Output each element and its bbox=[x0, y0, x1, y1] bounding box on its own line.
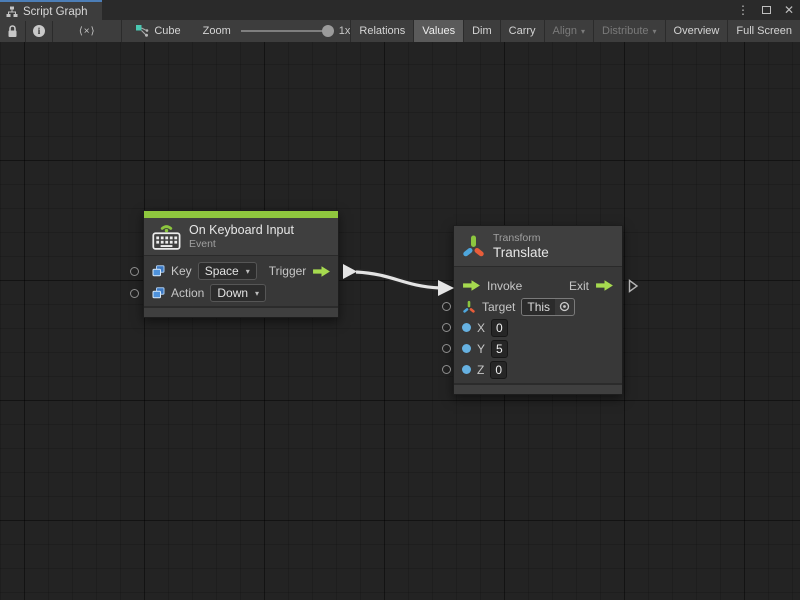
target-row: Target This bbox=[454, 296, 622, 317]
node-title: On Keyboard Input bbox=[189, 223, 294, 238]
node-body: Key Space ▾ Trigger bbox=[144, 255, 338, 306]
wire-start-triangle[interactable] bbox=[343, 264, 357, 279]
wire-arrowhead[interactable] bbox=[438, 280, 454, 296]
info-icon: i bbox=[33, 25, 45, 37]
event-accent-bar bbox=[144, 211, 338, 218]
carry-button[interactable]: Carry bbox=[500, 20, 544, 42]
info-button[interactable]: i bbox=[26, 20, 53, 42]
action-row: Action Down ▾ bbox=[144, 282, 338, 304]
target-input-port[interactable] bbox=[442, 302, 451, 311]
y-value-field[interactable]: 5 bbox=[491, 340, 508, 358]
z-input-port[interactable] bbox=[442, 365, 451, 374]
exit-label: Exit bbox=[569, 279, 589, 293]
zoom-slider-handle[interactable] bbox=[322, 25, 334, 37]
node-footer bbox=[454, 383, 622, 394]
node-title: Translate bbox=[493, 245, 549, 260]
node-footer bbox=[144, 306, 338, 317]
trigger-arrow-icon bbox=[312, 265, 331, 278]
key-dropdown[interactable]: Space ▾ bbox=[198, 262, 257, 280]
z-label: Z bbox=[477, 363, 484, 377]
script-graph-window: Script Graph ⋮ ✕ i ⟨×⟩ bbox=[0, 0, 800, 600]
object-picker-icon[interactable] bbox=[555, 301, 574, 312]
target-label: Target bbox=[482, 300, 515, 314]
y-input-port[interactable] bbox=[442, 344, 451, 353]
action-input-port[interactable] bbox=[130, 289, 139, 298]
y-row: Y 5 bbox=[454, 338, 622, 359]
x-value-field[interactable]: 0 bbox=[491, 319, 508, 337]
window-controls: ⋮ ✕ bbox=[737, 0, 794, 20]
x-label: X bbox=[477, 321, 485, 335]
graph-target[interactable]: Cube bbox=[135, 20, 180, 42]
toolbar-toggles: Relations Values Dim Carry Align▾ Distri… bbox=[350, 20, 800, 42]
wire-trigger-to-invoke[interactable] bbox=[0, 42, 800, 600]
tab-title: Script Graph bbox=[23, 6, 88, 18]
invoke-label: Invoke bbox=[487, 279, 522, 293]
zoom-slider[interactable] bbox=[241, 30, 329, 32]
graph-pointer-icon bbox=[135, 24, 149, 38]
value-dot-icon bbox=[462, 365, 471, 374]
keyboard-icon bbox=[152, 222, 181, 251]
action-label: Action bbox=[171, 286, 204, 300]
edit-source-button[interactable]: ⟨×⟩ bbox=[53, 20, 122, 42]
graph-canvas[interactable]: On Keyboard Input Event Key Space bbox=[0, 42, 800, 600]
x-row: X 0 bbox=[454, 317, 622, 338]
code-icon: ⟨×⟩ bbox=[79, 26, 96, 37]
node-header[interactable]: On Keyboard Input Event bbox=[144, 218, 338, 255]
script-graph-icon bbox=[6, 6, 18, 18]
values-button[interactable]: Values bbox=[413, 20, 463, 42]
node-body: Invoke Exit bbox=[454, 266, 622, 383]
chevron-down-icon: ▾ bbox=[255, 289, 259, 298]
zoom-label: Zoom bbox=[203, 25, 231, 37]
zoom-value: 1x bbox=[339, 25, 351, 37]
node-transform-translate[interactable]: Transform Translate Invoke Exit bbox=[453, 225, 623, 395]
node-subtitle: Event bbox=[189, 238, 294, 251]
z-value-field[interactable]: 0 bbox=[490, 361, 507, 379]
action-dropdown[interactable]: Down ▾ bbox=[210, 284, 266, 302]
z-row: Z 0 bbox=[454, 359, 622, 380]
trigger-label: Trigger bbox=[269, 264, 307, 278]
node-category: Transform bbox=[493, 232, 549, 245]
variable-icon bbox=[152, 287, 165, 299]
target-mini-icon bbox=[462, 300, 476, 314]
overview-button[interactable]: Overview bbox=[665, 20, 728, 42]
key-row: Key Space ▾ Trigger bbox=[144, 260, 338, 282]
chevron-down-icon: ▾ bbox=[653, 27, 657, 36]
lock-icon bbox=[7, 25, 18, 38]
exit-arrow-icon bbox=[595, 279, 614, 292]
key-input-port[interactable] bbox=[130, 267, 139, 276]
x-input-port[interactable] bbox=[442, 323, 451, 332]
y-label: Y bbox=[477, 342, 485, 356]
align-button: Align▾ bbox=[544, 20, 593, 42]
value-dot-icon bbox=[462, 344, 471, 353]
invoke-arrow-icon bbox=[462, 279, 481, 292]
transform-icon bbox=[462, 233, 485, 260]
relations-button[interactable]: Relations bbox=[350, 20, 413, 42]
lock-button[interactable] bbox=[0, 20, 26, 42]
chevron-down-icon: ▾ bbox=[581, 27, 585, 36]
full-screen-button[interactable]: Full Screen bbox=[727, 20, 800, 42]
close-icon[interactable]: ✕ bbox=[784, 0, 794, 20]
target-object-field[interactable]: This bbox=[521, 298, 575, 316]
tab-script-graph[interactable]: Script Graph bbox=[0, 0, 102, 21]
variable-icon bbox=[152, 265, 165, 277]
dim-button[interactable]: Dim bbox=[463, 20, 500, 42]
node-on-keyboard-input[interactable]: On Keyboard Input Event Key Space bbox=[143, 210, 339, 318]
key-label: Key bbox=[171, 264, 192, 278]
node-header[interactable]: Transform Translate bbox=[454, 226, 622, 266]
invoke-row: Invoke Exit bbox=[454, 275, 622, 296]
distribute-button: Distribute▾ bbox=[593, 20, 664, 42]
graph-toolbar: i ⟨×⟩ Cube Zoom 1x Relations bbox=[0, 20, 800, 42]
zoom-control: Zoom 1x bbox=[203, 20, 351, 42]
graph-target-label: Cube bbox=[154, 25, 180, 37]
tab-bar: Script Graph ⋮ ✕ bbox=[0, 0, 800, 20]
value-dot-icon bbox=[462, 323, 471, 332]
chevron-down-icon: ▾ bbox=[246, 267, 250, 276]
kebab-menu-icon[interactable]: ⋮ bbox=[737, 0, 749, 20]
maximize-icon[interactable] bbox=[762, 6, 771, 14]
exit-output-port[interactable] bbox=[628, 279, 639, 293]
